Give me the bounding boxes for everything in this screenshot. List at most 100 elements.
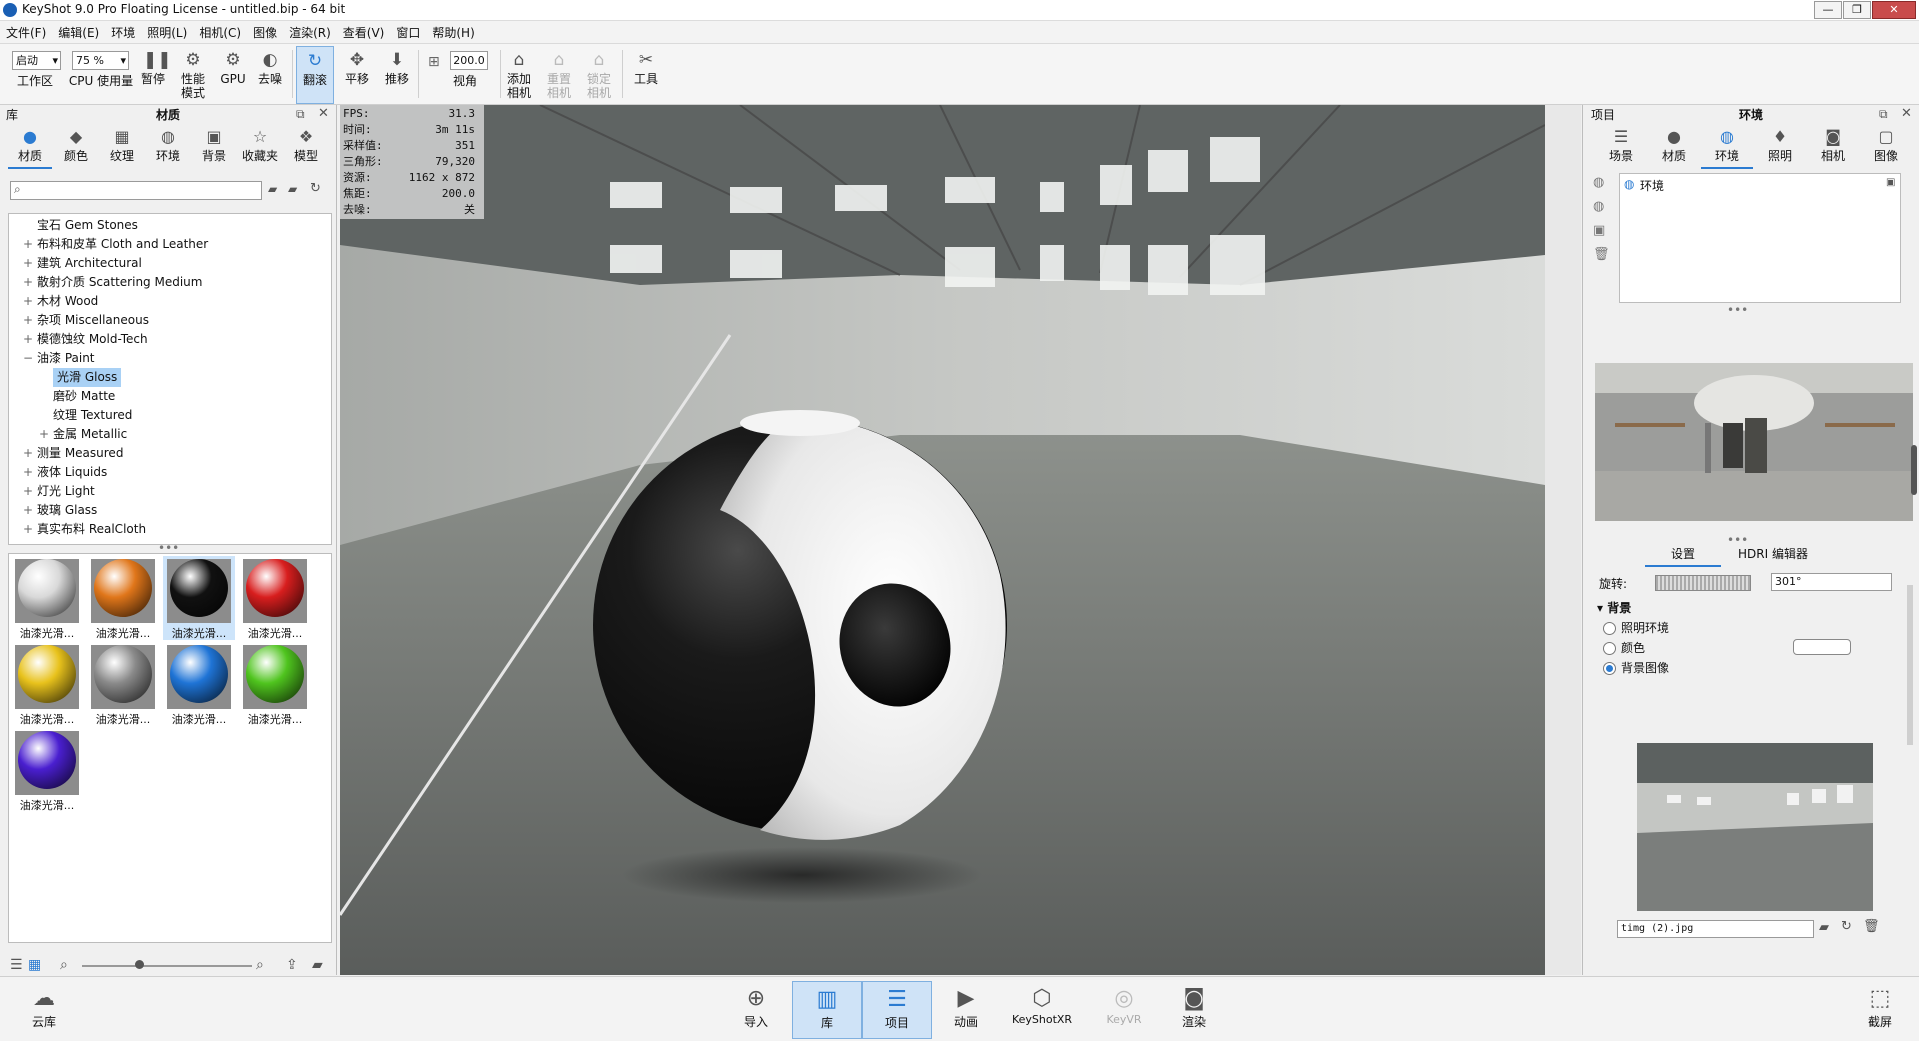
tree-item[interactable]: + 真实布料 RealCloth (9, 520, 319, 539)
menu-edit[interactable]: 编辑(E) (52, 21, 105, 44)
performance-mode-button[interactable]: ⚙ 性能 模式 (176, 46, 210, 102)
tree-item[interactable]: 纹理 Textured (9, 406, 319, 425)
copy-icon[interactable]: ▣ (1593, 223, 1605, 238)
tree-expander-icon[interactable]: + (23, 463, 33, 482)
zoom-out-icon[interactable]: ⌕ (60, 957, 68, 973)
library-search-input[interactable]: ⌕ (10, 181, 262, 200)
material-thumbnail[interactable]: 油漆光滑... (87, 642, 159, 726)
radio-backplate-image[interactable] (1603, 662, 1616, 675)
material-thumbnail[interactable]: 油漆光滑... (11, 728, 83, 812)
tree-item[interactable]: + 布料和皮革 Cloth and Leather (9, 235, 319, 254)
animation-button[interactable]: ▶ 动画 (932, 981, 1000, 1037)
splitter-handle[interactable]: ••• (1727, 303, 1748, 317)
hdri-preview[interactable] (1595, 363, 1913, 521)
gpu-button[interactable]: ⚙ GPU (218, 46, 248, 102)
settings-scrollbar[interactable] (1907, 585, 1913, 745)
minimize-button[interactable]: — (1814, 1, 1842, 19)
menu-camera[interactable]: 相机(C) (193, 21, 247, 44)
material-thumbnail[interactable]: 油漆光滑... (11, 642, 83, 726)
library-button[interactable]: ▥ 库 (792, 981, 862, 1039)
lock-camera-button[interactable]: ⌂ 锁定 相机 (582, 46, 616, 102)
tree-expander-icon[interactable]: + (23, 254, 33, 273)
workspace-select[interactable]: 启动 ▾ (12, 51, 61, 70)
screenshot-button[interactable]: ⬚ 截屏 (1846, 981, 1914, 1037)
tab-models[interactable]: ❖ 模型 (284, 127, 328, 167)
tree-item[interactable]: 光滑 Gloss (9, 368, 319, 387)
subtab-settings[interactable]: 设置 (1645, 545, 1721, 567)
material-thumbnail[interactable]: 油漆光滑... (87, 556, 159, 640)
tree-item[interactable]: + 测量 Measured (9, 444, 319, 463)
duplicate-environment-icon[interactable]: ◍ (1593, 199, 1604, 214)
tree-item[interactable]: + 杂项 Miscellaneous (9, 311, 319, 330)
material-thumbnail[interactable]: 油漆光滑... (239, 556, 311, 640)
folder-add-icon[interactable]: ▰ (268, 182, 277, 196)
tab-scene[interactable]: ☰ 场景 (1595, 127, 1647, 167)
menu-image[interactable]: 图像 (247, 21, 283, 44)
dolly-button[interactable]: ⬇ 推移 (380, 46, 414, 102)
radio-lighting-environment[interactable] (1603, 622, 1616, 635)
tab-lighting[interactable]: ♦ 照明 (1754, 127, 1806, 167)
folder-icon[interactable]: ▰ (288, 182, 297, 196)
undock-icon[interactable]: ⧉ (296, 107, 305, 122)
folder-open-icon[interactable]: ▰ (1819, 920, 1829, 935)
keyvr-button[interactable]: ◎ KeyVR (1090, 981, 1158, 1037)
refresh-icon[interactable]: ↻ (1841, 919, 1852, 934)
material-thumbnail[interactable]: 油漆光滑... (239, 642, 311, 726)
project-button[interactable]: ☰ 项目 (862, 981, 932, 1039)
tree-expander-icon[interactable]: + (23, 292, 33, 311)
tree-expander-icon[interactable]: + (23, 311, 33, 330)
tree-item[interactable]: 宝石 Gem Stones (9, 216, 319, 235)
tree-expander-icon[interactable]: − (23, 349, 33, 368)
menu-view[interactable]: 查看(V) (337, 21, 391, 44)
restore-button[interactable]: ❐ (1843, 1, 1871, 19)
tree-item[interactable]: + 金属 Metallic (9, 425, 319, 444)
add-environment-icon[interactable]: ◍ (1593, 175, 1604, 190)
cloud-library-button[interactable]: ☁ 云库 (10, 981, 78, 1037)
rotation-input[interactable]: 301° (1771, 573, 1892, 591)
tree-expander-icon[interactable]: + (23, 235, 33, 254)
tree-expander-icon[interactable]: + (23, 273, 33, 292)
tree-item[interactable]: + 模德蚀纹 Mold-Tech (9, 330, 319, 349)
panel-scrollbar[interactable] (1911, 445, 1917, 495)
render-button[interactable]: ◙ 渲染 (1160, 981, 1228, 1037)
tools-button[interactable]: ✂ 工具 (628, 46, 664, 102)
tree-expander-icon[interactable]: + (23, 482, 33, 501)
tree-expander-icon[interactable]: + (23, 444, 33, 463)
thumbnail-size-slider[interactable] (82, 965, 252, 967)
material-thumbnail[interactable]: 油漆光滑... (11, 556, 83, 640)
material-thumbnail[interactable]: 油漆光滑... (163, 556, 235, 640)
tab-materials[interactable]: ● 材质 (8, 127, 52, 169)
radio-color[interactable] (1603, 642, 1616, 655)
tab-image[interactable]: ▢ 图像 (1860, 127, 1912, 167)
denoise-button[interactable]: ◐ 去噪 (254, 46, 286, 102)
close-panel-icon[interactable]: ✕ (318, 106, 329, 121)
trash-icon[interactable]: 🗑 (1863, 919, 1880, 934)
tumble-button[interactable]: ↻ 翻滚 (296, 46, 334, 104)
background-color-swatch[interactable] (1793, 639, 1851, 655)
lock-icon[interactable]: ▣ (1886, 177, 1895, 188)
grid-view-icon[interactable]: ▦ (28, 957, 41, 973)
backplate-file-input[interactable]: timg (2).jpg (1617, 920, 1814, 938)
tab-camera[interactable]: ◙ 相机 (1807, 127, 1859, 167)
menu-help[interactable]: 帮助(H) (426, 21, 480, 44)
tree-item[interactable]: + 木材 Wood (9, 292, 319, 311)
tree-item[interactable]: 磨砂 Matte (9, 387, 319, 406)
menu-file[interactable]: 文件(F) (0, 21, 52, 44)
folder-open-icon[interactable]: ▰ (312, 957, 323, 973)
fov-input[interactable]: 200.0 (450, 51, 488, 70)
tree-item[interactable]: + 玻璃 Glass (9, 501, 319, 520)
tab-backplates[interactable]: ▣ 背景 (192, 127, 236, 167)
menu-environment[interactable]: 环境 (105, 21, 141, 44)
pan-button[interactable]: ✥ 平移 (340, 46, 374, 102)
keyshotxr-button[interactable]: ⬡ KeyShotXR (1000, 981, 1084, 1037)
cpu-usage-select[interactable]: 75 % ▾ (72, 51, 129, 70)
undock-icon[interactable]: ⧉ (1879, 107, 1888, 122)
import-button[interactable]: ⊕ 导入 (722, 981, 790, 1037)
reset-camera-button[interactable]: ⌂ 重置 相机 (542, 46, 576, 102)
close-button[interactable]: ✕ (1872, 1, 1916, 19)
menu-render[interactable]: 渲染(R) (283, 21, 337, 44)
backplate-image-preview[interactable] (1637, 743, 1873, 911)
tree-item[interactable]: + 灯光 Light (9, 482, 319, 501)
list-view-icon[interactable]: ☰ (10, 957, 23, 973)
zoom-in-icon[interactable]: ⌕ (256, 957, 264, 973)
